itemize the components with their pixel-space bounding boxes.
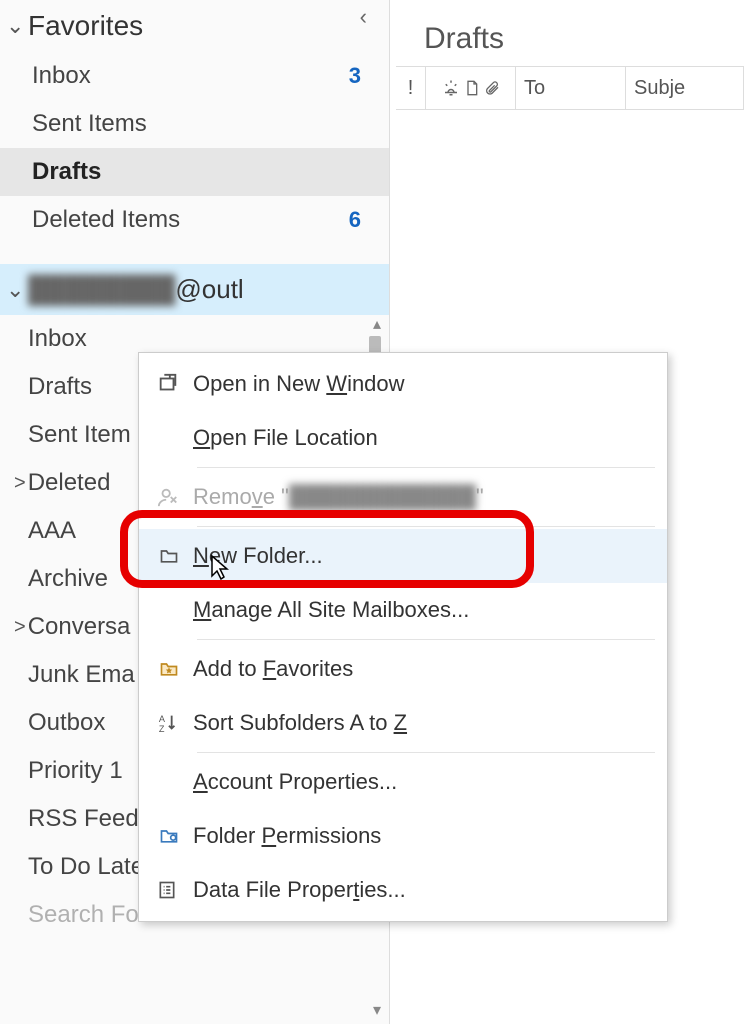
folder-label: Inbox [28, 325, 87, 353]
menu-label: Open File Location [193, 425, 649, 451]
favorites-section[interactable]: ⌄ Favorites [0, 0, 389, 52]
menu-manage-mailboxes[interactable]: Manage All Site Mailboxes... [139, 583, 667, 637]
sort-az-icon: AZ [157, 712, 193, 734]
favorites-item-sent[interactable]: Sent Items [0, 100, 389, 148]
unread-count: 3 [349, 63, 361, 89]
folder-label: Archive [28, 565, 108, 593]
menu-label: Sort Subfolders A to Z [193, 710, 649, 736]
remove-user-icon [157, 486, 193, 508]
chevron-down-icon: ⌄ [6, 277, 24, 303]
favorites-label: Favorites [28, 10, 143, 42]
menu-data-file-properties[interactable]: Data File Properties... [139, 863, 667, 917]
menu-separator [197, 467, 655, 468]
account-suffix: @outl [175, 274, 243, 305]
priority-column[interactable]: ! [396, 67, 426, 109]
new-window-icon [157, 373, 193, 395]
message-list-header: ! To Subje [396, 66, 744, 110]
reminder-icon [442, 79, 460, 97]
folder-label: Inbox [32, 62, 91, 90]
folder-icon [157, 546, 193, 566]
menu-label: Data File Properties... [193, 877, 649, 903]
favorites-item-drafts[interactable]: Drafts [0, 148, 389, 196]
unread-count: 6 [349, 207, 361, 233]
reading-pane-title: Drafts [396, 0, 744, 66]
svg-text:A: A [159, 714, 166, 724]
favorites-item-deleted[interactable]: Deleted Items 6 [0, 196, 389, 244]
account-name-obscured: ████████ [28, 274, 175, 305]
menu-separator [197, 526, 655, 527]
folder-label: Deleted Items [32, 206, 180, 234]
menu-add-to-favorites[interactable]: Add to Favorites [139, 642, 667, 696]
menu-label: Open in New Window [193, 371, 649, 397]
menu-account-properties[interactable]: Account Properties... [139, 755, 667, 809]
menu-folder-permissions[interactable]: Folder Permissions [139, 809, 667, 863]
folder-label: To Do Later [28, 853, 152, 881]
account-section[interactable]: ⌄ ████████ @outl [0, 264, 389, 315]
menu-new-folder[interactable]: New Folder... [139, 529, 667, 583]
chevron-right-icon[interactable]: > [14, 472, 26, 495]
folder-label: RSS Feeds [28, 805, 151, 833]
chevron-right-icon[interactable]: > [14, 616, 26, 639]
scroll-up-icon[interactable]: ▴ [373, 314, 381, 334]
menu-label: Folder Permissions [193, 823, 649, 849]
icon-columns[interactable] [426, 67, 516, 109]
chevron-down-icon: ⌄ [6, 13, 24, 39]
document-icon [464, 79, 480, 97]
folder-label: Sent Items [32, 110, 147, 138]
subject-column[interactable]: Subje [626, 67, 744, 109]
favorite-folder-icon [157, 659, 193, 679]
svg-text:Z: Z [159, 724, 165, 734]
attachment-icon [484, 79, 500, 97]
folder-label: Drafts [32, 158, 101, 186]
menu-open-new-window[interactable]: Open in New Window [139, 357, 667, 411]
folder-label: Drafts [28, 373, 92, 401]
properties-icon [157, 879, 193, 901]
menu-separator [197, 639, 655, 640]
folder-label: Priority 1 [28, 757, 123, 785]
folder-label: AAA [28, 517, 76, 545]
folder-label: Outbox [28, 709, 105, 737]
folder-label: Conversa [28, 613, 131, 641]
permissions-icon [157, 826, 193, 846]
folder-context-menu: Open in New Window Open File Location Re… [138, 352, 668, 922]
favorites-item-inbox[interactable]: Inbox 3 [0, 52, 389, 100]
menu-label: Add to Favorites [193, 656, 649, 682]
menu-label: Remove "████████████" [193, 484, 649, 510]
collapse-pane-icon[interactable]: ‹ [360, 4, 367, 30]
folder-label: Junk Ema [28, 661, 135, 689]
menu-open-file-location[interactable]: Open File Location [139, 411, 667, 465]
menu-sort-subfolders[interactable]: AZ Sort Subfolders A to Z [139, 696, 667, 750]
folder-label: Deleted [28, 469, 111, 497]
folder-label: Sent Item [28, 421, 131, 449]
menu-label: Account Properties... [193, 769, 649, 795]
menu-separator [197, 752, 655, 753]
menu-label: Manage All Site Mailboxes... [193, 597, 649, 623]
menu-label: New Folder... [193, 543, 649, 569]
scroll-down-icon[interactable]: ▾ [373, 1000, 381, 1020]
menu-remove-account: Remove "████████████" [139, 470, 667, 524]
to-column[interactable]: To [516, 67, 626, 109]
